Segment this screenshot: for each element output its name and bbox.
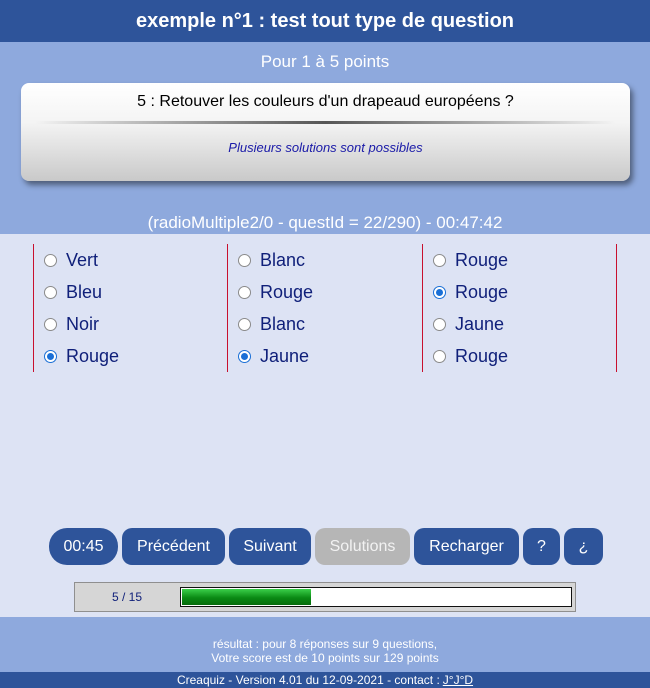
- radio-button[interactable]: [44, 317, 57, 331]
- app-header: exemple n°1 : test tout type de question: [0, 0, 650, 42]
- page-title: exemple n°1 : test tout type de question: [135, 9, 515, 32]
- answer-option[interactable]: Blanc: [228, 244, 422, 276]
- radio-button[interactable]: [433, 253, 446, 267]
- footer: Creaquiz - Version 4.01 du 12-09-2021 - …: [0, 672, 650, 688]
- answer-label: Vert: [66, 249, 99, 270]
- answer-label: Bleu: [66, 281, 103, 302]
- radio-button[interactable]: [238, 253, 251, 267]
- next-button[interactable]: Suivant: [229, 528, 311, 565]
- progress-panel: 5 / 15: [74, 582, 576, 612]
- answer-option[interactable]: Rouge: [423, 276, 616, 308]
- answer-column-2: Blanc Rouge Blanc Jaune: [227, 244, 422, 372]
- answer-label: Blanc: [260, 313, 306, 334]
- answer-label: Jaune: [260, 345, 310, 366]
- answer-column-1: Vert Bleu Noir Rouge: [33, 244, 228, 372]
- radio-button[interactable]: [238, 285, 251, 299]
- progress-fill: [182, 589, 311, 605]
- previous-button[interactable]: Précédent: [122, 528, 225, 565]
- answer-option[interactable]: Blanc: [228, 308, 422, 340]
- question-divider: [35, 121, 616, 124]
- result-panel: résultat : pour 8 réponses sur 9 questio…: [0, 617, 650, 672]
- answer-label: Rouge: [455, 281, 509, 302]
- radio-button[interactable]: [433, 349, 446, 363]
- answer-column-3: Rouge Rouge Jaune Rouge: [422, 244, 617, 372]
- question-hint: Plusieurs solutions sont possibles: [228, 140, 423, 155]
- answer-option[interactable]: Noir: [34, 308, 228, 340]
- help-button[interactable]: ?: [523, 528, 560, 565]
- progress-label: 5 / 15: [111, 590, 143, 604]
- question-text: 5 : Retouver les couleurs d'un drapeaud …: [137, 93, 514, 110]
- answer-option[interactable]: Jaune: [228, 340, 422, 372]
- answer-option[interactable]: Rouge: [34, 340, 228, 372]
- answer-option[interactable]: Rouge: [423, 340, 616, 372]
- inverse-help-button[interactable]: ¿: [564, 528, 603, 565]
- radio-button[interactable]: [238, 317, 251, 331]
- contact-link[interactable]: J°J°D: [443, 673, 473, 687]
- solutions-button: Solutions: [315, 528, 410, 565]
- radio-button[interactable]: [433, 285, 446, 299]
- radio-button[interactable]: [433, 317, 446, 331]
- radio-button[interactable]: [44, 253, 57, 267]
- radio-button[interactable]: [44, 285, 57, 299]
- result-line-1: résultat : pour 8 réponses sur 9 questio…: [212, 637, 438, 651]
- question-info: (radioMultiple2/0 - questId = 22/290) - …: [147, 213, 503, 232]
- answer-option[interactable]: Jaune: [423, 308, 616, 340]
- answer-label: Noir: [66, 313, 100, 334]
- answer-option[interactable]: Vert: [34, 244, 228, 276]
- answer-label: Jaune: [455, 313, 505, 334]
- result-line-2: Votre score est de 10 points sur 129 poi…: [211, 651, 439, 665]
- answer-option[interactable]: Rouge: [228, 276, 422, 308]
- answer-option[interactable]: Bleu: [34, 276, 228, 308]
- reload-button[interactable]: Recharger: [414, 528, 519, 565]
- points-label: Pour 1 à 5 points: [260, 52, 390, 71]
- radio-button[interactable]: [238, 349, 251, 363]
- radio-button[interactable]: [44, 349, 57, 363]
- answer-label: Rouge: [455, 249, 509, 270]
- timer-button[interactable]: 00:45: [49, 528, 118, 565]
- progress-track: [180, 587, 572, 607]
- answer-label: Rouge: [455, 345, 509, 366]
- question-card: 5 : Retouver les couleurs d'un drapeaud …: [21, 83, 630, 181]
- answer-label: Rouge: [66, 345, 120, 366]
- answer-label: Rouge: [260, 281, 314, 302]
- answer-option[interactable]: Rouge: [423, 244, 616, 276]
- footer-text: Creaquiz - Version 4.01 du 12-09-2021 - …: [176, 673, 440, 687]
- navigation-toolbar: 00:45 Précédent Suivant Solutions Rechar…: [49, 528, 603, 565]
- answer-label: Blanc: [260, 249, 306, 270]
